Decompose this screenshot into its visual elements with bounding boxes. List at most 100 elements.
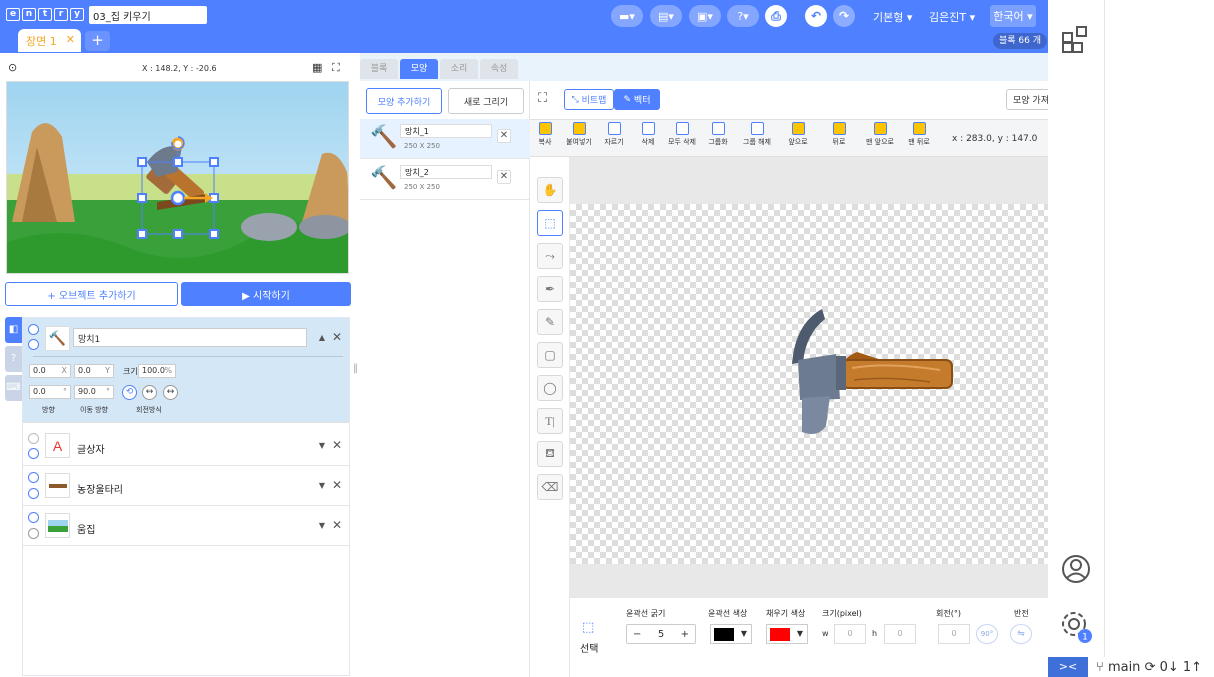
drawing-canvas-area[interactable] [570, 157, 1048, 597]
paste-button[interactable]: 붙여넣기 [564, 122, 594, 147]
send-back-button[interactable]: 맨 뒤로 [906, 122, 932, 147]
rotate-90-button[interactable]: 90° [976, 624, 998, 644]
collapse-icon[interactable]: ▲ [319, 333, 325, 342]
group-button[interactable]: 그룹화 [706, 122, 730, 147]
account-icon[interactable] [1058, 551, 1094, 587]
undo-icon[interactable]: ↶ [805, 5, 827, 27]
fill-bucket-icon[interactable]: ⛾ [537, 441, 563, 467]
branch-indicator[interactable]: ⑂ main ⟳ 0↓ 1↑ [1096, 660, 1202, 675]
shape-item-1[interactable]: 🔨 망치_1 250 X 250 ✕ [360, 119, 530, 159]
copy-button[interactable]: 복사 [536, 122, 554, 147]
hand-icon[interactable]: ✋ [537, 177, 563, 203]
width-input[interactable]: 0 [834, 624, 866, 644]
add-object-button[interactable]: + 오브젝트 추가하기 [5, 282, 178, 306]
object-item-selected[interactable]: 🔨 망치1 ▲ ✕ 0.0 X 0.0 Y 크기 100.0 % 0.0 ° 9… [23, 318, 349, 423]
panel-resize-handle[interactable]: ‖ [353, 363, 358, 374]
rotate-horizontal-icon[interactable]: ↔ [142, 385, 157, 400]
help-tab-icon[interactable]: ? [5, 346, 22, 372]
object-item-fence[interactable]: 농장울타리 ▼ ✕ [23, 466, 349, 506]
add-scene-button[interactable]: + [85, 31, 110, 51]
close-icon[interactable]: ✕ [66, 33, 75, 46]
close-icon[interactable]: ✕ [332, 438, 342, 452]
start-button[interactable]: ▶ 시작하기 [181, 282, 351, 306]
close-icon[interactable]: ✕ [332, 330, 342, 344]
gear-icon[interactable]: 1 [1058, 608, 1094, 644]
file-menu-icon[interactable]: ▤▾ [650, 5, 682, 27]
ellipse-icon[interactable]: ◯ [537, 375, 563, 401]
direction-input[interactable]: 0.0 ° [29, 385, 71, 399]
tab-sounds[interactable]: 소리 [440, 59, 478, 79]
blocks-menu-icon[interactable]: ▬▾ [611, 5, 643, 27]
bring-front-button[interactable]: 맨 앞으로 [864, 122, 896, 147]
text-icon[interactable]: T| [537, 408, 563, 434]
eye-icon[interactable] [28, 472, 39, 483]
shape-name-input[interactable]: 망치_1 [400, 124, 492, 138]
size-input[interactable]: 100.0 % [138, 364, 176, 378]
entry-logo[interactable]: e n t r y [6, 8, 84, 21]
move-direction-input[interactable]: 90.0 ° [74, 385, 114, 399]
stroke-color-picker[interactable]: ▼ [710, 624, 752, 644]
fill-color-picker[interactable]: ▼ [766, 624, 808, 644]
add-shape-button[interactable]: 모양 추가하기 [366, 88, 442, 114]
vector-mode-button[interactable]: ✎ 벡터 [614, 89, 660, 110]
save-menu-icon[interactable]: ▣▾ [689, 5, 721, 27]
flip-horizontal-icon[interactable]: ⇋ [1010, 624, 1032, 644]
project-name-input[interactable]: 03_집 키우기 [89, 6, 207, 24]
expand-icon[interactable]: ⛶ [538, 91, 547, 106]
chevron-down-icon[interactable]: ▼ [319, 441, 325, 450]
pencil-icon[interactable]: ✎ [537, 309, 563, 335]
user-menu[interactable]: 김은진T ▾ [929, 9, 975, 25]
remote-icon[interactable]: >< [1048, 657, 1088, 677]
objects-tab-icon[interactable]: ◧ [5, 317, 22, 343]
keyboard-tab-icon[interactable]: ⌨ [5, 375, 22, 401]
height-input[interactable]: 0 [884, 624, 916, 644]
eye-icon[interactable] [28, 324, 39, 335]
lock-icon[interactable] [28, 528, 39, 539]
eye-icon[interactable] [28, 433, 39, 444]
help-menu-icon[interactable]: ?▾ [727, 5, 759, 27]
mode-select[interactable]: 기본형 ▾ [873, 9, 912, 25]
lock-icon[interactable] [28, 448, 39, 459]
extensions-icon[interactable] [1058, 22, 1094, 58]
scene-tab-1[interactable]: 장면 1 ✕ [18, 29, 81, 52]
chevron-down-icon[interactable]: ▼ [319, 521, 325, 530]
close-icon[interactable]: ✕ [497, 170, 511, 184]
eraser-icon[interactable]: ⌫ [537, 474, 563, 500]
tab-properties[interactable]: 속성 [480, 59, 518, 79]
delete-all-button[interactable]: 모두 삭제 [666, 122, 698, 147]
eye-icon[interactable] [28, 512, 39, 523]
rotate-free-icon[interactable]: ⟲ [122, 385, 137, 400]
shape-name-input[interactable]: 망치_2 [400, 165, 492, 179]
fullscreen-icon[interactable]: ⛶ [332, 61, 340, 75]
transparent-canvas[interactable] [570, 204, 1048, 564]
minus-icon[interactable]: − [633, 629, 641, 640]
cut-button[interactable]: 자르기 [602, 122, 626, 147]
stage-canvas[interactable] [6, 81, 349, 274]
close-icon[interactable]: ✕ [497, 129, 511, 143]
tab-shapes[interactable]: 모양 [400, 59, 438, 79]
grid-icon[interactable]: ▦ [312, 61, 322, 74]
language-select[interactable]: 한국어 ▾ [990, 5, 1036, 27]
delete-button[interactable]: 삭제 [638, 122, 658, 147]
object-item-textbox[interactable]: A 글상자 ▼ ✕ [23, 426, 349, 466]
close-icon[interactable]: ✕ [332, 478, 342, 492]
stroke-width-stepper[interactable]: − 5 + [626, 624, 696, 644]
speed-icon[interactable]: ⊙ [8, 61, 17, 74]
pen-icon[interactable]: ✒ [537, 276, 563, 302]
ungroup-button[interactable]: 그룹 해제 [740, 122, 774, 147]
tab-blocks[interactable]: 블록 [360, 59, 398, 79]
object-name-input[interactable]: 망치1 [73, 328, 307, 347]
lock-icon[interactable] [28, 339, 39, 350]
rotation-input[interactable]: 0 [938, 624, 970, 644]
rectangle-icon[interactable]: ▢ [537, 342, 563, 368]
selection-handles[interactable] [7, 82, 349, 274]
y-input[interactable]: 0.0 Y [74, 364, 114, 378]
plus-icon[interactable]: + [681, 629, 689, 640]
bitmap-mode-button[interactable]: ⤡ 비트맵 [564, 89, 614, 110]
lock-icon[interactable] [28, 488, 39, 499]
shape-item-2[interactable]: 🔨 망치_2 250 X 250 ✕ [360, 160, 530, 200]
print-icon[interactable]: ⎙ [765, 5, 787, 27]
bezier-icon[interactable]: ⤳ [537, 243, 563, 269]
close-icon[interactable]: ✕ [332, 518, 342, 532]
redo-icon[interactable]: ↷ [833, 5, 855, 27]
